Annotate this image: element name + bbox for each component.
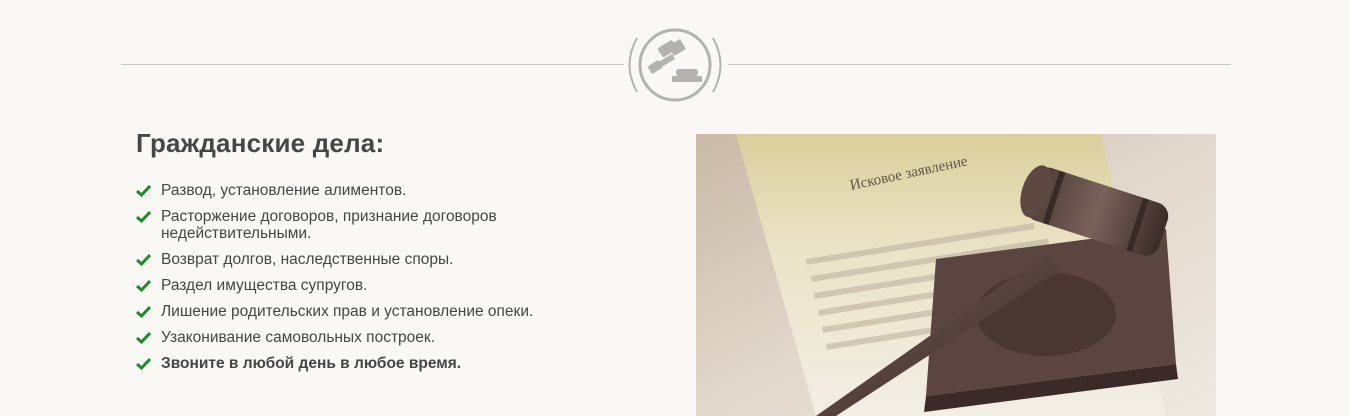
list-item-text: Развод, установление алиментов. — [161, 182, 407, 199]
list-item: Расторжение договоров, признание договор… — [136, 208, 556, 242]
list-item-text: Раздел имущества супругов. — [161, 277, 368, 294]
checkmark-icon — [136, 305, 151, 318]
checkmark-icon — [136, 279, 151, 292]
list-item-text: Узаконивание самовольных построек. — [161, 329, 435, 346]
list-item: Раздел имущества супругов. — [136, 277, 556, 294]
list-item: Лишение родительских прав и установление… — [136, 303, 556, 320]
checkmark-icon — [136, 253, 151, 266]
gavel-emblem-icon — [628, 28, 722, 102]
checkmark-icon — [136, 331, 151, 344]
divider-right — [728, 64, 1231, 65]
call-anytime-item: Звоните в любой день в любое время. — [136, 355, 556, 372]
checkmark-icon — [136, 184, 151, 197]
checkmark-icon — [136, 210, 151, 223]
list-item-text: Расторжение договоров, признание договор… — [161, 208, 497, 242]
divider-left — [121, 64, 624, 65]
civil-cases-list: Развод, установление алиментов. Расторже… — [136, 182, 556, 381]
list-item-text: Звоните в любой день в любое время. — [161, 355, 462, 372]
list-item-text: Лишение родительских прав и установление… — [161, 303, 534, 320]
section-title: Гражданские дела: — [136, 128, 385, 158]
checkmark-icon — [136, 357, 151, 370]
gavel-document-photo: Исковое заявление — [696, 134, 1216, 416]
list-item: Узаконивание самовольных построек. — [136, 329, 556, 346]
civil-cases-section: Гражданские дела: Развод, установление а… — [0, 0, 1350, 416]
list-item: Развод, установление алиментов. — [136, 182, 556, 199]
list-item: Возврат долгов, наследственные споры. — [136, 251, 556, 268]
list-item-text: Возврат долгов, наследственные споры. — [161, 251, 454, 268]
